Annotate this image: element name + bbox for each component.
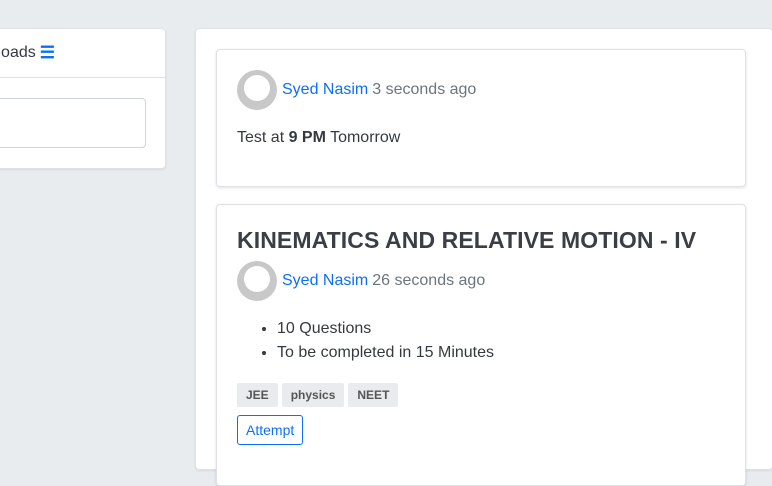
attempt-button[interactable]: Attempt [237,415,304,445]
quiz-card: KINEMATICS AND RELATIVE MOTION - IV Syed… [216,204,746,486]
author-link[interactable]: Syed Nasim [282,81,368,99]
tag[interactable]: NEET [348,383,399,407]
body-prefix: Test at [237,129,289,146]
feed-panel: Syed Nasim 3 seconds ago Test at 9 PM To… [195,28,772,486]
downloads-header[interactable]: oads ☰ [0,29,165,78]
avatar [237,70,277,110]
search-input[interactable] [0,98,146,148]
quiz-details: 10 Questions To be completed in 15 Minut… [237,317,494,365]
post-meta: Syed Nasim 3 seconds ago [237,70,476,110]
post-body: Test at 9 PM Tomorrow [237,129,400,147]
tag[interactable]: JEE [237,383,278,407]
post-meta: Syed Nasim 26 seconds ago [237,261,485,301]
tag-list: JEE physics NEET [237,383,399,407]
tag[interactable]: physics [281,383,345,407]
bars-icon[interactable]: ☰ [40,43,55,63]
downloads-label: oads [1,44,36,61]
author-link[interactable]: Syed Nasim [282,272,368,290]
post-card: Syed Nasim 3 seconds ago Test at 9 PM To… [216,49,746,187]
downloads-card: oads ☰ [0,28,166,169]
body-suffix: Tomorrow [325,129,401,146]
avatar [237,261,277,301]
list-item: To be completed in 15 Minutes [277,341,494,365]
body-bold: 9 PM [288,129,326,146]
post-time: 3 seconds ago [372,81,477,98]
post-time: 26 seconds ago [372,272,486,289]
list-item: 10 Questions [277,317,494,341]
quiz-title: KINEMATICS AND RELATIVE MOTION - IV [237,227,697,253]
